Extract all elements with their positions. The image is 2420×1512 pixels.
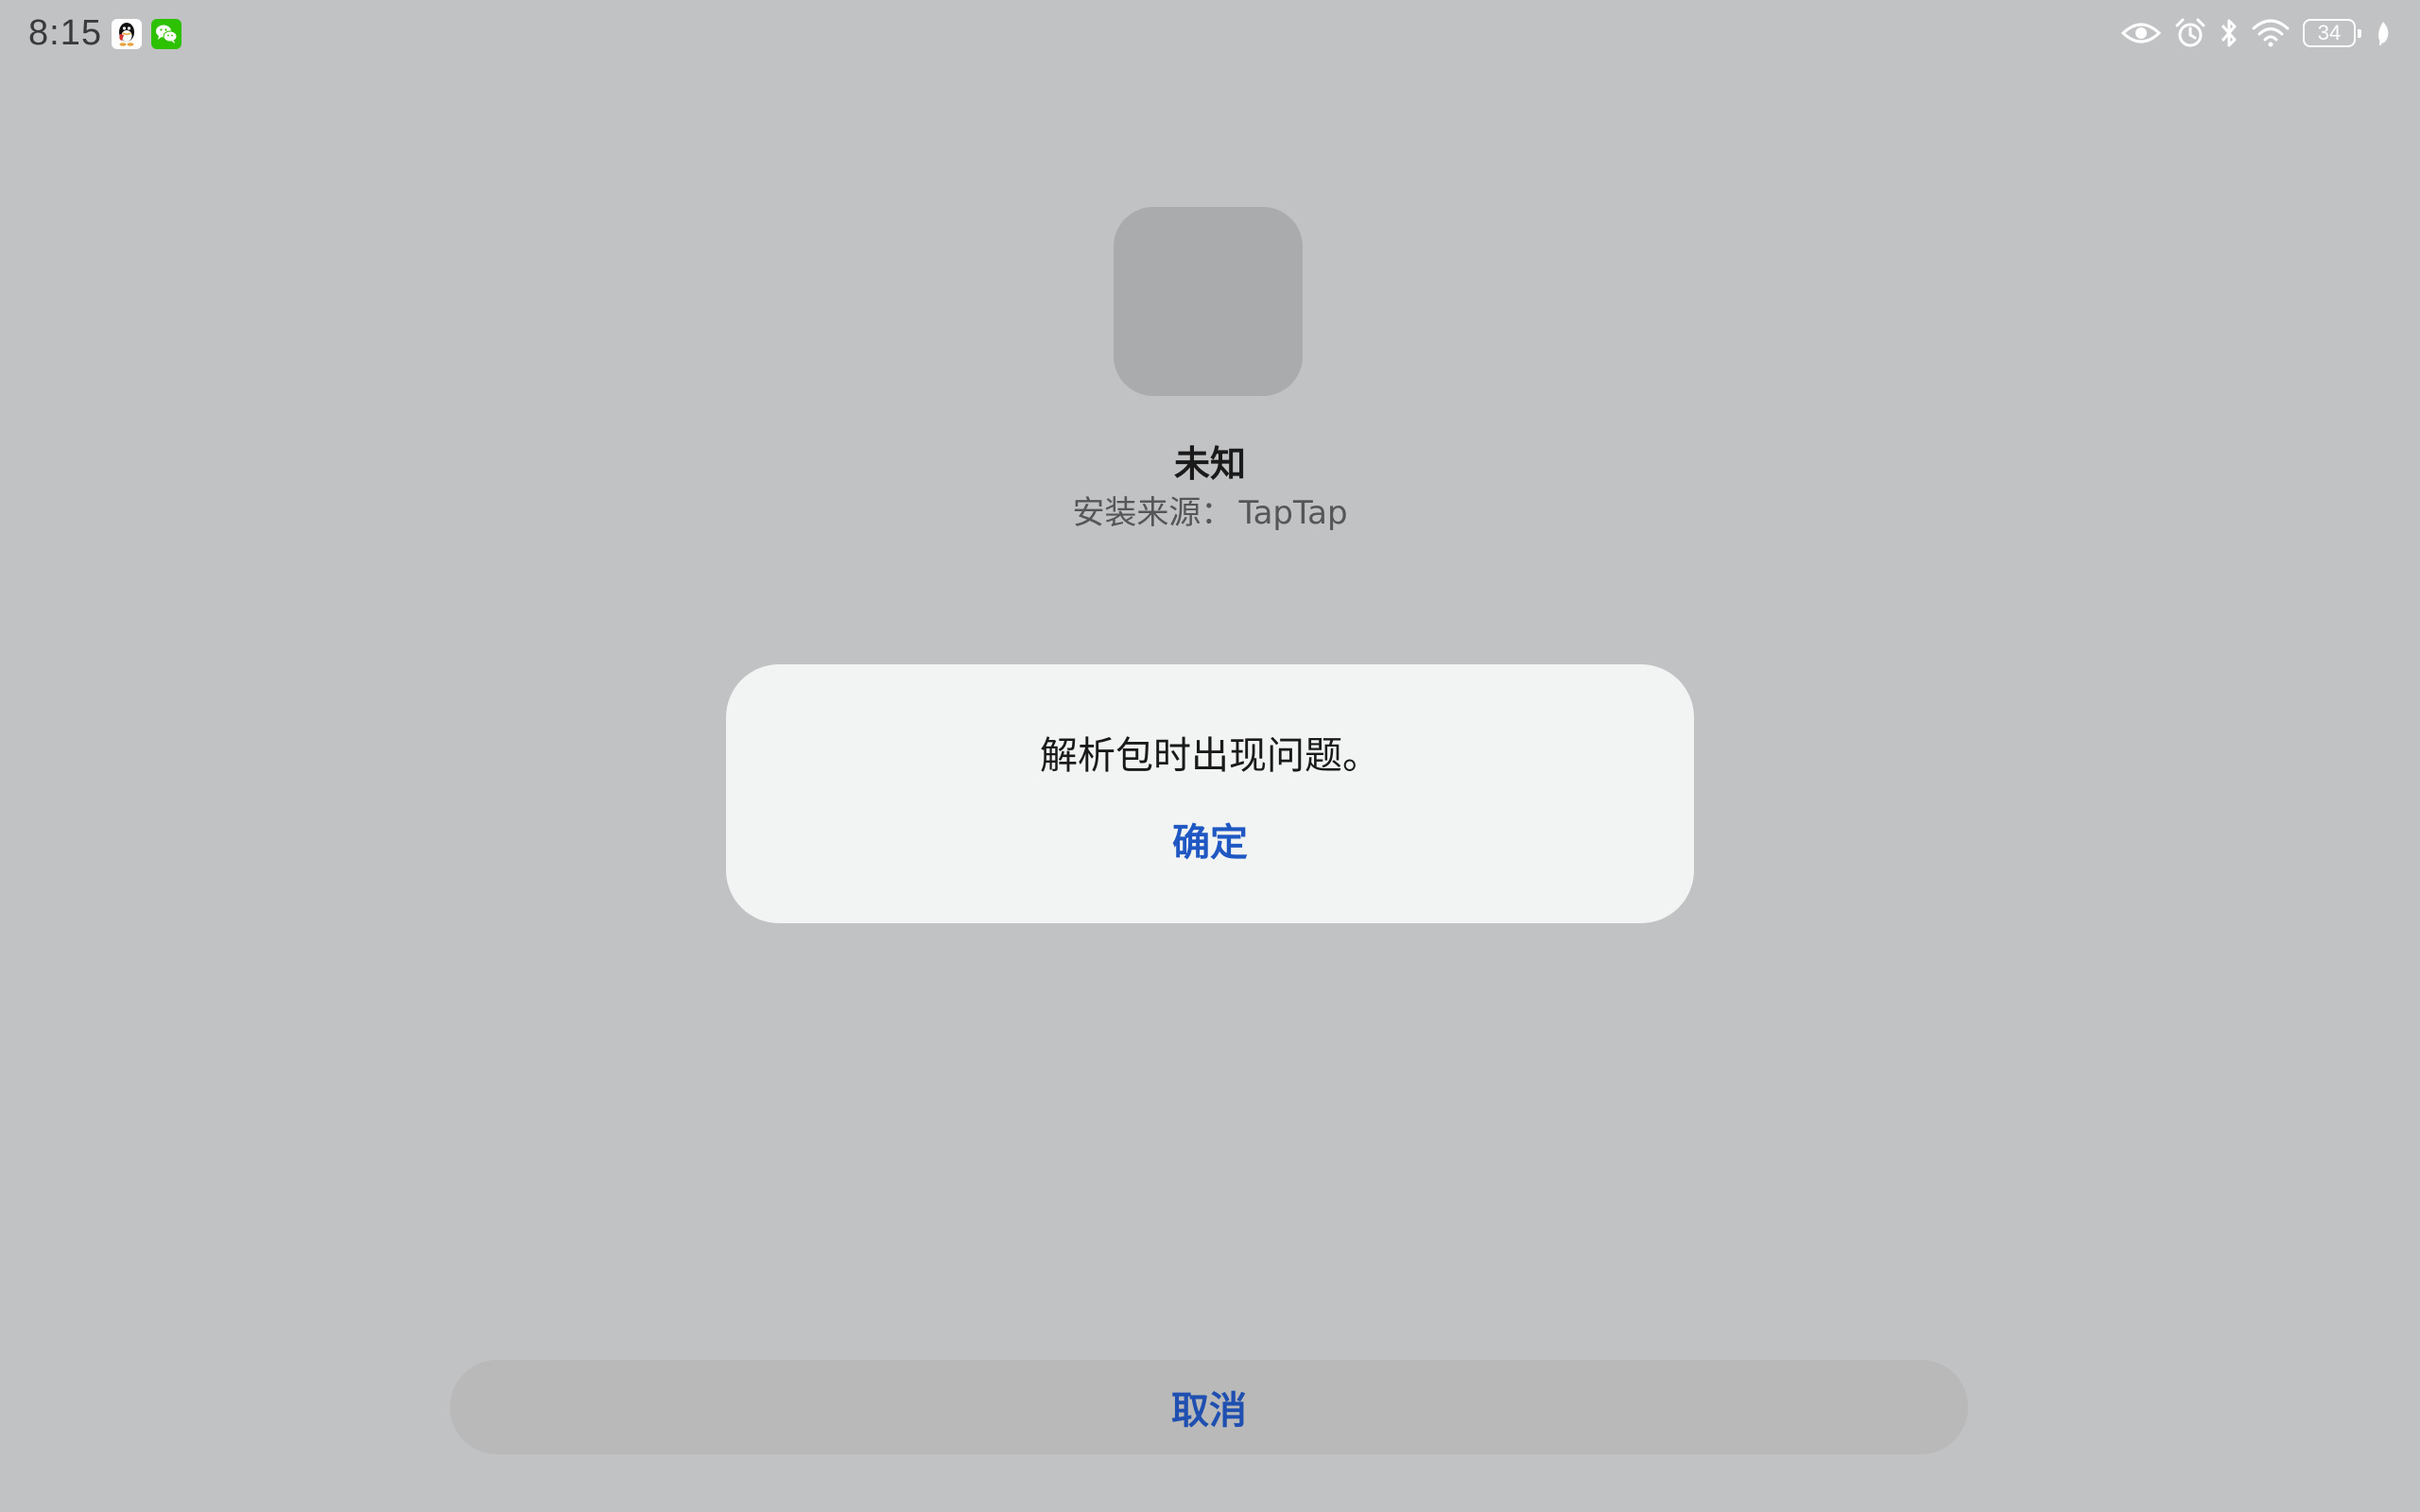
app-name: 未知 bbox=[1173, 443, 1246, 485]
qq-icon bbox=[111, 18, 142, 49]
battery-level: 34 bbox=[2317, 21, 2342, 44]
clock: 8:15 bbox=[28, 13, 102, 53]
status-bar: 8:15 34 bbox=[0, 0, 2420, 76]
cancel-button[interactable]: 取消 bbox=[450, 1360, 1968, 1454]
eye-icon bbox=[2121, 20, 2161, 46]
app-icon-placeholder bbox=[1114, 207, 1303, 396]
status-bar-left: 8:15 bbox=[28, 13, 182, 54]
leaf-icon bbox=[2375, 20, 2392, 46]
bluetooth-icon bbox=[2220, 17, 2238, 49]
dialog-message: 解析包时出现问题。 bbox=[1040, 734, 1380, 778]
confirm-button[interactable]: 确定 bbox=[1115, 806, 1305, 872]
error-dialog: 解析包时出现问题。 确定 bbox=[726, 664, 1694, 923]
install-source: 安装来源： TapTap bbox=[0, 487, 2420, 533]
install-source-value: TapTap bbox=[1238, 494, 1348, 532]
status-bar-right: 34 bbox=[2121, 17, 2392, 49]
wechat-icon bbox=[150, 18, 182, 49]
screen: 8:15 34 未知 安装来源： TapTap 解析包时出现问题。 确定 取消 bbox=[0, 0, 2420, 1512]
alarm-icon bbox=[2174, 17, 2206, 49]
wifi-icon bbox=[2252, 19, 2290, 47]
battery-icon: 34 bbox=[2303, 19, 2361, 47]
install-source-label: 安装来源： bbox=[1072, 494, 1234, 532]
